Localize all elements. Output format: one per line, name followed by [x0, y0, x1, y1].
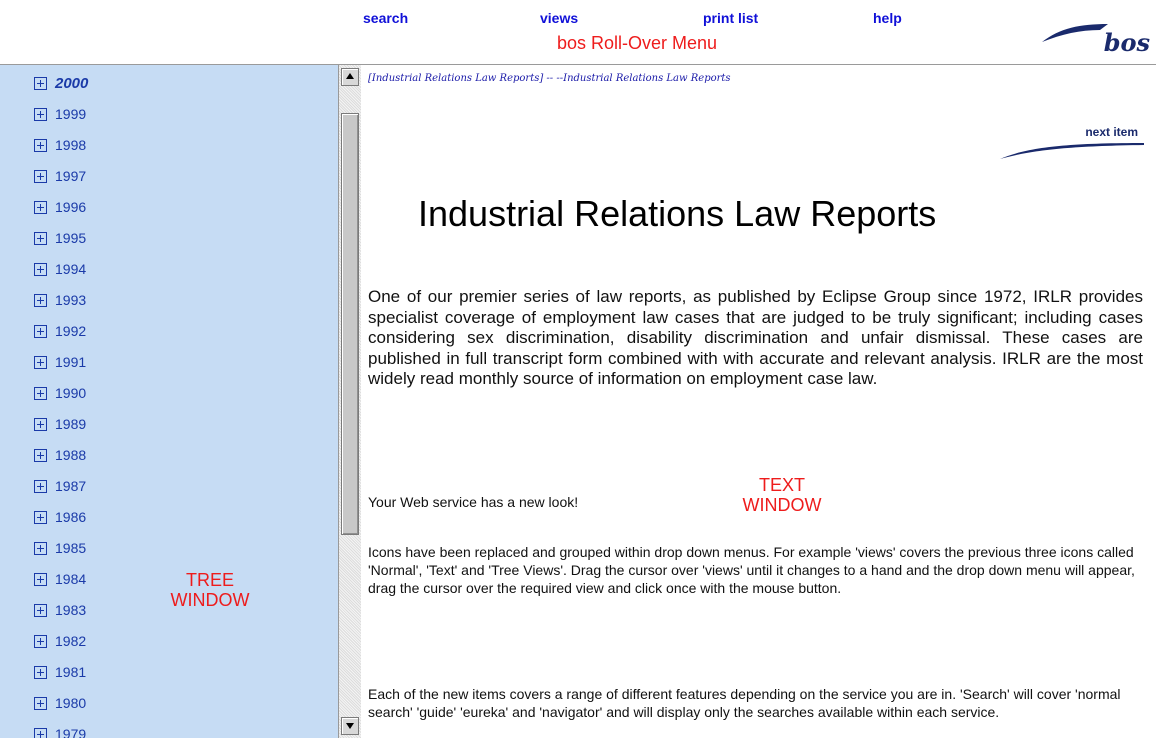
- plus-box-icon[interactable]: [34, 634, 47, 648]
- tree-item-1986[interactable]: 1986: [34, 505, 86, 529]
- tree-window-annotation-line1: TREE: [185, 570, 234, 590]
- tree-item-label: 1984: [55, 571, 87, 587]
- plus-box-icon[interactable]: [34, 76, 47, 90]
- tree-item-label: 2000: [55, 74, 89, 92]
- tree-item-1991[interactable]: 1991: [34, 350, 86, 374]
- plus-box-icon[interactable]: [34, 386, 47, 400]
- tree-item-1984[interactable]: 1984: [34, 567, 86, 591]
- tree-item-label: 1996: [55, 199, 87, 215]
- logo-swoosh-icon: [1042, 24, 1108, 42]
- tree-item-1999[interactable]: 1999: [34, 102, 86, 126]
- plus-box-icon[interactable]: [34, 169, 47, 183]
- tree-item-label: 1992: [55, 323, 87, 339]
- tree-item-1987[interactable]: 1987: [34, 474, 86, 498]
- new-look-notice: Your Web service has a new look!: [368, 494, 579, 510]
- tree-item-label: 1982: [55, 633, 87, 649]
- info-paragraph-icons: Icons have been replaced and grouped wit…: [368, 544, 1135, 596]
- tree-item-label: 1989: [55, 416, 87, 432]
- arrow-down-icon: [346, 723, 354, 729]
- plus-box-icon[interactable]: [34, 603, 47, 617]
- tree-window-annotation-line2: WINDOW: [170, 590, 250, 610]
- plus-box-icon[interactable]: [34, 417, 47, 431]
- tree-item-label: 1987: [55, 478, 87, 494]
- info-paragraph-features: Each of the new items covers a range of …: [368, 686, 1121, 720]
- menu-views[interactable]: views: [540, 10, 578, 26]
- plus-box-icon[interactable]: [34, 138, 47, 152]
- plus-box-icon[interactable]: [34, 572, 47, 586]
- tree-item-label: 1994: [55, 261, 87, 277]
- logo-text: bos: [1103, 28, 1150, 57]
- menu-print-list[interactable]: print list: [703, 10, 758, 26]
- tree-item-1995[interactable]: 1995: [34, 226, 86, 250]
- tree-item-1997[interactable]: 1997: [34, 164, 86, 188]
- tree-item-label: 1997: [55, 168, 87, 184]
- tree-item-label: 1998: [55, 137, 87, 153]
- tree-item-1998[interactable]: 1998: [34, 133, 86, 157]
- plus-box-icon[interactable]: [34, 355, 47, 369]
- plus-box-icon[interactable]: [34, 324, 47, 338]
- plus-box-icon[interactable]: [34, 293, 47, 307]
- plus-box-icon[interactable]: [34, 448, 47, 462]
- plus-box-icon[interactable]: [34, 479, 47, 493]
- tree-item-1981[interactable]: 1981: [34, 660, 86, 684]
- next-item-button[interactable]: next item: [998, 123, 1146, 161]
- tree-item-1988[interactable]: 1988: [34, 443, 86, 467]
- plus-box-icon[interactable]: [34, 262, 47, 276]
- tree-item-1982[interactable]: 1982: [34, 629, 86, 653]
- text-window-annotation-line1: TEXT: [758, 475, 805, 495]
- tree-item-label: 1991: [55, 354, 87, 370]
- menu-help[interactable]: help: [873, 10, 902, 26]
- plus-box-icon[interactable]: [34, 231, 47, 245]
- breadcrumb[interactable]: [Industrial Relations Law Reports] -- --…: [368, 73, 731, 84]
- tree-item-label: 1995: [55, 230, 87, 246]
- intro-paragraph: One of our premier series of law reports…: [368, 287, 1143, 388]
- tree-item-1990[interactable]: 1990: [34, 381, 86, 405]
- plus-box-icon[interactable]: [34, 541, 47, 555]
- bos-logo: bos: [1040, 18, 1150, 58]
- menu-search[interactable]: search: [363, 10, 408, 26]
- tree-window: 2000 1999 1998 1997 1996 1995 1994 1993 1992 1991…: [0, 65, 338, 738]
- scroll-thumb[interactable]: [341, 113, 359, 535]
- tree-item-label: 1988: [55, 447, 87, 463]
- tree-item-1992[interactable]: 1992: [34, 319, 86, 343]
- tree-item-label: 1986: [55, 509, 87, 525]
- tree-item-label: 1980: [55, 695, 87, 711]
- tree-window-annotation: TREE WINDOW: [160, 570, 260, 610]
- page-title: Industrial Relations Law Reports: [418, 193, 937, 234]
- tree-item-label: 1999: [55, 106, 87, 122]
- text-window-annotation: TEXT WINDOW: [722, 475, 842, 515]
- tree-item-label: 1993: [55, 292, 87, 308]
- tree-item-1979[interactable]: 1979: [34, 722, 86, 738]
- top-menu-bar: search views print list help bos Roll-Ov…: [0, 0, 1156, 65]
- plus-box-icon[interactable]: [34, 107, 47, 121]
- arrow-up-icon: [346, 73, 354, 79]
- text-window: [Industrial Relations Law Reports] -- --…: [366, 65, 1146, 738]
- plus-box-icon[interactable]: [34, 665, 47, 679]
- tree-item-label: 1981: [55, 664, 87, 680]
- vertical-scrollbar[interactable]: [338, 65, 361, 738]
- plus-box-icon[interactable]: [34, 696, 47, 710]
- plus-box-icon[interactable]: [34, 727, 47, 738]
- tree-item-1980[interactable]: 1980: [34, 691, 86, 715]
- tree-item-2000[interactable]: 2000: [34, 71, 88, 95]
- tree-item-label: 1983: [55, 602, 87, 618]
- tree-item-label: 1990: [55, 385, 87, 401]
- scroll-up-button[interactable]: [341, 68, 359, 86]
- plus-box-icon[interactable]: [34, 200, 47, 214]
- plus-box-icon[interactable]: [34, 510, 47, 524]
- tree-item-label: 1979: [55, 726, 87, 738]
- tree-item-1994[interactable]: 1994: [34, 257, 86, 281]
- rollover-menu-annotation: bos Roll-Over Menu: [557, 33, 718, 53]
- tree-item-1985[interactable]: 1985: [34, 536, 86, 560]
- tree-item-1983[interactable]: 1983: [34, 598, 86, 622]
- tree-item-label: 1985: [55, 540, 87, 556]
- scroll-down-button[interactable]: [341, 717, 359, 735]
- text-window-annotation-line2: WINDOW: [742, 495, 822, 515]
- tree-item-1993[interactable]: 1993: [34, 288, 86, 312]
- next-item-swoosh-icon: [1000, 143, 1144, 159]
- tree-item-1989[interactable]: 1989: [34, 412, 86, 436]
- tree-item-1996[interactable]: 1996: [34, 195, 86, 219]
